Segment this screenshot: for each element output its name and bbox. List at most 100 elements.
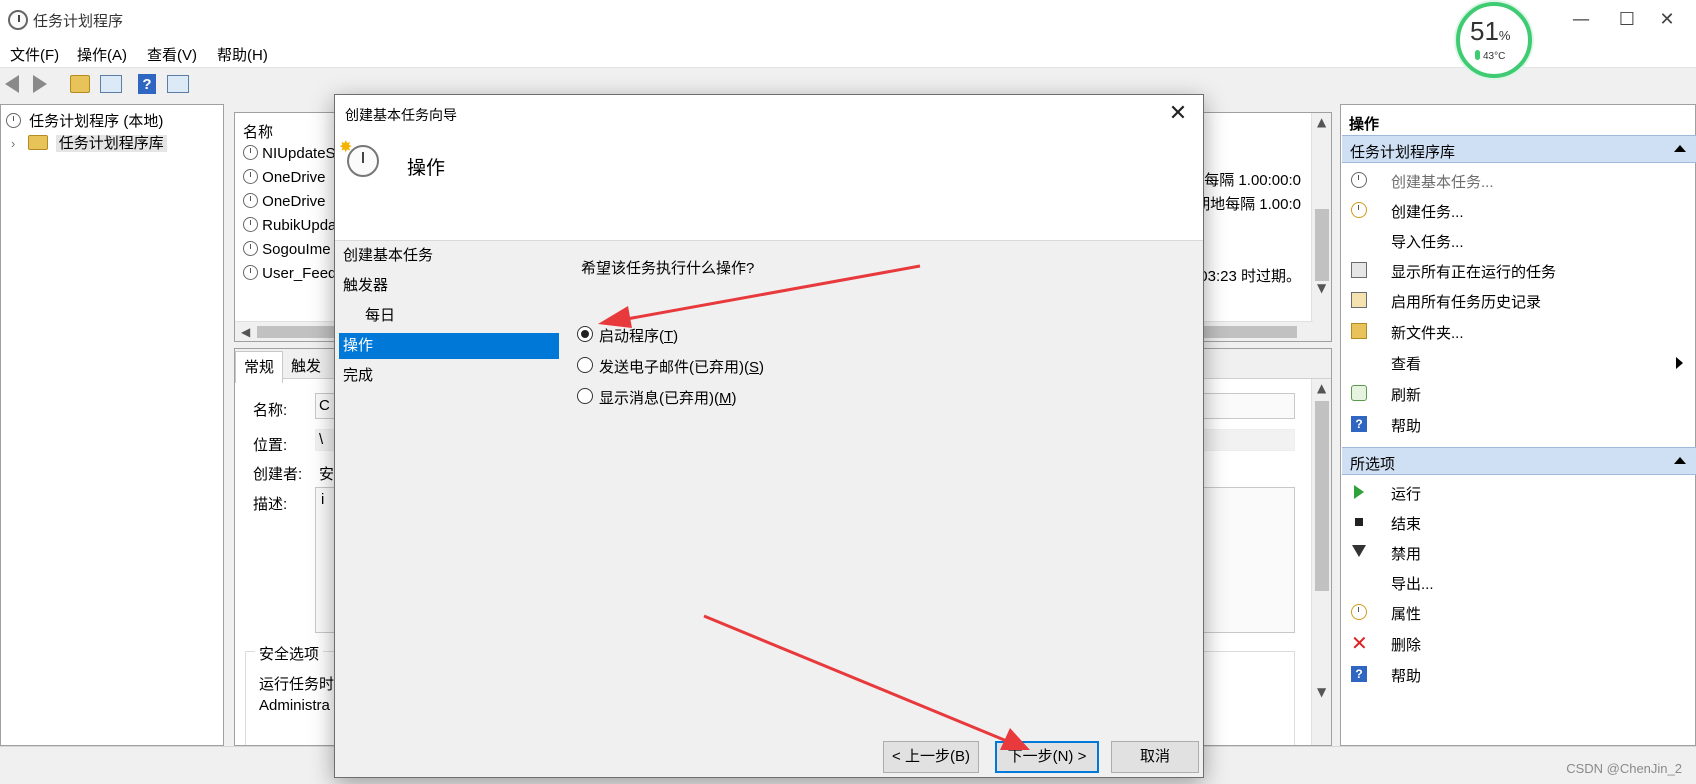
tree-library[interactable]: › 任务计划程序库: [11, 132, 167, 153]
scroll-up-icon[interactable]: ▲: [1317, 115, 1326, 129]
running-tasks-icon: [1351, 262, 1367, 278]
console-tree: 任务计划程序 (本地) › 任务计划程序库: [0, 104, 224, 746]
option-label: 发送电子邮件(已弃用)(S): [599, 359, 765, 376]
list-item[interactable]: SogouIme: [243, 241, 331, 258]
action-export[interactable]: 导出...: [1349, 569, 1689, 597]
list-item[interactable]: RubikUpda: [243, 217, 336, 234]
scroll-left-icon[interactable]: ◀: [241, 325, 250, 339]
section-selected-label: 所选项: [1350, 456, 1396, 473]
step-daily[interactable]: 每日: [339, 303, 559, 329]
action-label: 新文件夹...: [1391, 325, 1464, 342]
forward-arrow-icon[interactable]: [28, 73, 52, 95]
next-button[interactable]: 下一步(N) >: [995, 741, 1099, 773]
wizard-title: 创建基本任务向导: [345, 107, 457, 123]
trigger-cell: 03:23 时过期。: [1199, 268, 1301, 285]
action-help-selected[interactable]: ? 帮助: [1349, 661, 1689, 689]
tab-general[interactable]: 常规: [235, 351, 284, 383]
clock-icon: [6, 113, 21, 128]
name-value: C: [319, 397, 330, 414]
name-label: 名称:: [253, 402, 288, 419]
menu-action[interactable]: 操作(A): [77, 44, 127, 65]
wizard-close-button[interactable]: ✕: [1163, 99, 1193, 129]
description-label: 描述:: [253, 496, 288, 513]
create-basic-task-wizard: 创建基本任务向导 ✕ ✸ 操作 创建基本任务 触发器 每日 操作 完成 希望该任…: [334, 94, 1204, 778]
up-folder-icon[interactable]: [70, 75, 90, 93]
action-label: 删除: [1391, 637, 1422, 654]
collapse-icon[interactable]: [1674, 457, 1686, 464]
help-icon[interactable]: ?: [138, 74, 156, 94]
radio-start-program[interactable]: [577, 326, 593, 342]
account-value: Administra: [259, 697, 330, 714]
list-item[interactable]: OneDrive: [243, 193, 326, 210]
action-label: 结束: [1391, 516, 1422, 533]
cpu-usage-gauge[interactable]: 51% 43°C: [1456, 2, 1532, 78]
section-library[interactable]: 任务计划程序库: [1342, 135, 1696, 163]
action-properties[interactable]: 属性: [1349, 599, 1689, 627]
action-new-folder[interactable]: 新文件夹...: [1349, 318, 1689, 346]
create-task-icon: [1351, 202, 1367, 218]
close-button[interactable]: ✕: [1644, 4, 1690, 36]
task-name: SogouIme: [262, 241, 331, 258]
tree-root[interactable]: 任务计划程序 (本地): [6, 110, 163, 131]
step-action[interactable]: 操作: [339, 333, 559, 359]
trigger-cell: 地每隔 1.00:00:0: [1189, 172, 1301, 189]
action-refresh[interactable]: 刷新: [1349, 380, 1689, 408]
radio-send-email[interactable]: [577, 357, 593, 373]
action-delete[interactable]: ✕ 删除: [1349, 630, 1689, 658]
action-help[interactable]: ? 帮助: [1349, 411, 1689, 439]
refresh-icon: [1351, 385, 1367, 401]
title-bar: 任务计划程序 — ☐ ✕: [0, 0, 1696, 40]
action-end[interactable]: 结束: [1349, 509, 1689, 537]
action-show-running[interactable]: 显示所有正在运行的任务: [1349, 257, 1689, 285]
action-label: 启用所有任务历史记录: [1391, 294, 1542, 311]
minimize-button[interactable]: —: [1558, 4, 1604, 36]
show-hide-console-tree-icon[interactable]: [100, 75, 122, 93]
action-create-basic-task[interactable]: 创建基本任务...: [1349, 167, 1689, 195]
section-selected[interactable]: 所选项: [1342, 447, 1696, 475]
cancel-button[interactable]: 取消: [1111, 741, 1199, 773]
action-run[interactable]: 运行: [1349, 479, 1689, 507]
action-disable[interactable]: 禁用: [1349, 539, 1689, 567]
scroll-down-icon[interactable]: ▼: [1317, 685, 1326, 699]
scroll-down-icon[interactable]: ▼: [1317, 281, 1326, 295]
radio-display-message[interactable]: [577, 388, 593, 404]
menu-help[interactable]: 帮助(H): [217, 44, 268, 65]
action-label: 属性: [1391, 606, 1422, 623]
scroll-thumb[interactable]: [1315, 401, 1329, 591]
list-item[interactable]: OneDrive: [243, 169, 326, 186]
action-create-task[interactable]: 创建任务...: [1349, 197, 1689, 225]
delete-icon: ✕: [1351, 631, 1368, 655]
show-action-pane-icon[interactable]: [167, 75, 189, 93]
back-arrow-icon[interactable]: [2, 73, 26, 95]
list-item[interactable]: User_Feed: [243, 265, 336, 282]
back-button[interactable]: < 上一步(B): [883, 741, 979, 773]
scroll-up-icon[interactable]: ▲: [1317, 381, 1326, 395]
description-value: i: [321, 491, 325, 508]
action-question: 希望该任务执行什么操作?: [581, 260, 755, 277]
scroll-thumb[interactable]: [1315, 209, 1329, 281]
create-basic-task-icon: [1351, 172, 1367, 188]
tab-triggers[interactable]: 触发: [291, 355, 321, 376]
action-import-task[interactable]: 导入任务...: [1349, 227, 1689, 255]
run-icon: [1351, 484, 1367, 500]
action-label: 导出...: [1391, 576, 1434, 593]
list-vertical-scrollbar[interactable]: ▲ ▼: [1311, 113, 1331, 341]
action-label: 禁用: [1391, 546, 1422, 563]
step-create-basic-task[interactable]: 创建基本任务: [339, 243, 559, 269]
menu-file[interactable]: 文件(F): [10, 44, 59, 65]
security-options-label: 安全选项: [255, 643, 324, 664]
run-as-label: 运行任务时: [259, 676, 335, 693]
collapse-icon[interactable]: [1674, 145, 1686, 152]
list-item[interactable]: NIUpdateS: [243, 145, 336, 162]
step-trigger[interactable]: 触发器: [339, 273, 559, 299]
task-icon: [243, 193, 258, 208]
history-icon: [1351, 292, 1367, 308]
action-enable-history[interactable]: 启用所有任务历史记录: [1349, 287, 1689, 315]
menu-view[interactable]: 查看(V): [147, 44, 197, 65]
detail-vertical-scrollbar[interactable]: ▲ ▼: [1311, 379, 1331, 745]
step-finish[interactable]: 完成: [339, 363, 559, 389]
action-view[interactable]: 查看: [1349, 349, 1689, 377]
column-header-name[interactable]: 名称: [243, 121, 273, 142]
action-label: 帮助: [1391, 668, 1422, 685]
expander-icon[interactable]: ›: [11, 136, 15, 151]
